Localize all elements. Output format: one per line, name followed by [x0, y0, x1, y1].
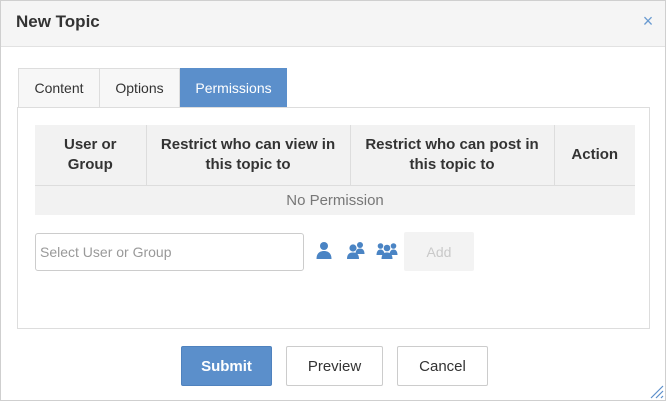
tab-permissions[interactable]: Permissions	[180, 68, 287, 107]
preview-button[interactable]: Preview	[286, 346, 383, 386]
close-button[interactable]: ×	[639, 10, 657, 32]
column-header-restrict-view: Restrict who can view in this topic to	[146, 125, 351, 186]
submit-button[interactable]: Submit	[181, 346, 272, 386]
add-button[interactable]: Add	[404, 232, 474, 271]
users-icon[interactable]	[375, 238, 399, 262]
permissions-panel: User or Group Restrict who can view in t…	[17, 107, 650, 329]
new-topic-dialog: New Topic × Content Options Permissions …	[0, 0, 666, 401]
tab-options[interactable]: Options	[99, 68, 180, 107]
resize-handle-icon[interactable]	[648, 383, 664, 399]
user-group-icon[interactable]	[344, 238, 368, 262]
tab-content[interactable]: Content	[18, 68, 100, 107]
dialog-header: New Topic ×	[1, 1, 665, 47]
no-permission-message: No Permission	[35, 185, 635, 215]
user-icon[interactable]	[312, 238, 336, 262]
dialog-title: New Topic	[16, 12, 100, 31]
column-header-restrict-post: Restrict who can post in this topic to	[350, 125, 555, 186]
column-header-action: Action	[554, 125, 635, 186]
table-header-row: User or Group Restrict who can view in t…	[35, 125, 635, 186]
select-user-or-group-input[interactable]	[35, 233, 304, 271]
column-header-user-or-group: User or Group	[35, 125, 147, 186]
table-row: No Permission	[35, 185, 635, 215]
permissions-table: User or Group Restrict who can view in t…	[35, 125, 635, 215]
cancel-button[interactable]: Cancel	[397, 346, 488, 386]
